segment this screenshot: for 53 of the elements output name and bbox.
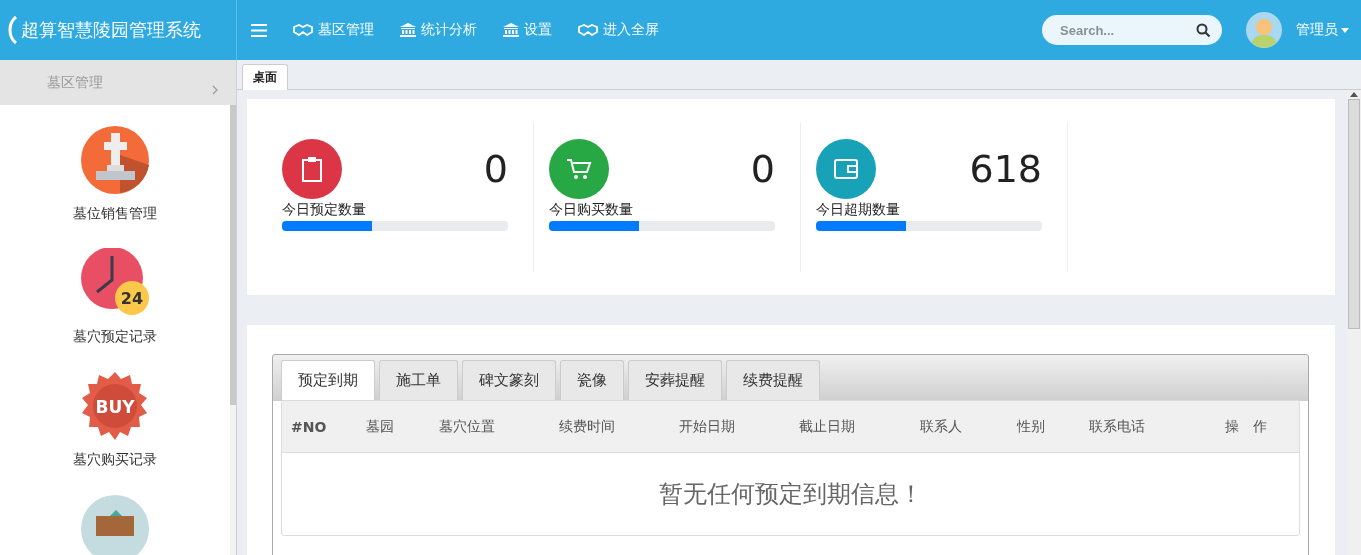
- wallet-icon: [80, 494, 150, 555]
- tab[interactable]: 碑文篆刻: [462, 360, 556, 400]
- section-title: 墓区管理: [47, 73, 103, 92]
- scrollbar[interactable]: [1347, 90, 1361, 555]
- handshake-icon: [293, 24, 313, 36]
- logo-icon: [6, 15, 18, 45]
- scrollbar[interactable]: [230, 105, 236, 555]
- chevron-icon: [212, 84, 218, 95]
- stat-value: 618: [969, 147, 1042, 191]
- tab[interactable]: 瓷像: [560, 360, 624, 400]
- page-tab[interactable]: 桌面: [242, 64, 288, 90]
- stat-value: 0: [750, 147, 775, 191]
- buy-badge-icon: BUY: [80, 371, 150, 441]
- scroll-up-icon[interactable]: [1350, 92, 1358, 97]
- column-header: 截止日期: [799, 417, 856, 436]
- sidebar-item[interactable]: BUY 墓穴购买记录: [73, 371, 157, 469]
- tab[interactable]: 安葬提醒: [628, 360, 722, 400]
- sidebar-item-label: 墓穴购买记录: [73, 451, 157, 469]
- caret-icon: [1341, 27, 1349, 33]
- sidebar-item[interactable]: 墓位销售管理: [73, 125, 157, 223]
- menu-icon[interactable]: [251, 23, 267, 37]
- column-header: #NO: [291, 418, 328, 435]
- sidebar-item[interactable]: 24 墓穴预定记录: [73, 248, 157, 346]
- app-title: 超算智慧陵园管理系统: [21, 18, 201, 42]
- search-icon[interactable]: [1196, 23, 1211, 38]
- sidebar-item[interactable]: [80, 494, 150, 555]
- column-header: 性别: [1017, 417, 1046, 436]
- stat-label: 今日预定数量: [282, 201, 367, 219]
- sidebar-item-label: 墓位销售管理: [73, 205, 157, 223]
- stat-label: 今日购买数量: [549, 201, 634, 219]
- column-header: 续费时间: [559, 417, 616, 436]
- clipboard-icon: [301, 156, 323, 182]
- tombstone-icon: [80, 125, 150, 195]
- stat-value: 0: [483, 147, 508, 191]
- column-header: 联系人: [920, 417, 963, 436]
- avatar-icon[interactable]: [1246, 12, 1282, 48]
- tab[interactable]: 续费提醒: [726, 360, 820, 400]
- handshake-icon: [578, 24, 598, 36]
- column-header: 墓园: [366, 417, 395, 436]
- wallet-icon: [833, 158, 859, 180]
- empty-message: 暂无任何预定到期信息！: [658, 479, 923, 510]
- cart-icon: [566, 158, 592, 180]
- tab[interactable]: 预定到期: [281, 360, 375, 400]
- search-field[interactable]: Search...: [1042, 15, 1222, 45]
- sidebar-item-label: 墓穴预定记录: [73, 328, 157, 346]
- bank-icon: [400, 23, 416, 37]
- stat-label: 今日超期数量: [816, 201, 901, 219]
- tab[interactable]: 施工单: [379, 360, 458, 400]
- bank-icon: [503, 23, 519, 37]
- column-header: 联系电话: [1089, 417, 1146, 436]
- column-header: 操 作: [1225, 417, 1268, 436]
- column-header: 开始日期: [679, 417, 736, 436]
- column-header: 墓穴位置: [439, 417, 496, 436]
